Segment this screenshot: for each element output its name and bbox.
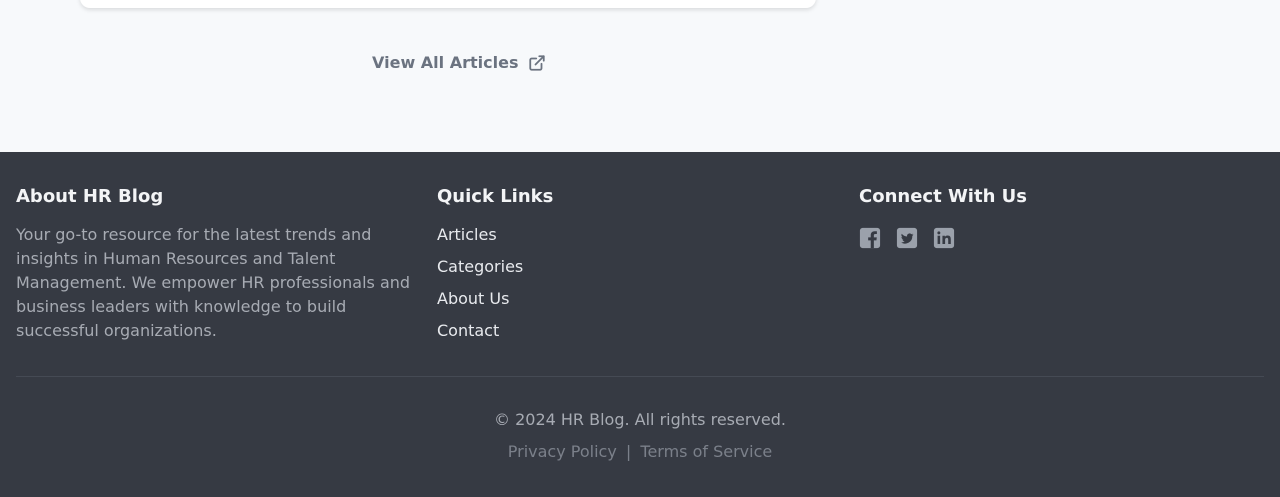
copyright-text: © 2024 HR Blog. All rights reserved. <box>494 410 786 429</box>
footer-link-articles[interactable]: Articles <box>437 225 497 244</box>
list-item: Contact <box>437 319 837 351</box>
quick-links-list: Articles Categories About Us Contact <box>437 223 837 351</box>
external-link-icon <box>528 54 546 72</box>
article-card <box>80 0 816 8</box>
connect-heading: Connect With Us <box>859 186 1027 207</box>
twitter-icon[interactable] <box>896 227 918 249</box>
footer-link-about-us[interactable]: About Us <box>437 289 509 308</box>
about-heading: About HR Blog <box>16 186 164 207</box>
social-links <box>859 227 1259 249</box>
list-item: Categories <box>437 255 837 287</box>
list-item: Articles <box>437 223 837 255</box>
about-text: Your go-to resource for the latest trend… <box>16 225 411 340</box>
site-footer: About HR Blog Your go-to resource for th… <box>0 152 1280 497</box>
terms-of-service-link[interactable]: Terms of Service <box>640 442 772 461</box>
quick-links-section: Quick Links Articles Categories About Us… <box>437 186 837 351</box>
view-all-articles-link[interactable]: View All Articles <box>372 53 546 72</box>
facebook-icon[interactable] <box>859 227 881 249</box>
quick-links-heading: Quick Links <box>437 186 554 207</box>
view-all-label: View All Articles <box>372 53 519 72</box>
content-section: View All Articles <box>0 0 1280 152</box>
legal-links: Privacy Policy | Terms of Service <box>0 442 1280 461</box>
footer-link-categories[interactable]: Categories <box>437 257 523 276</box>
linkedin-icon[interactable] <box>933 227 955 249</box>
about-section: About HR Blog Your go-to resource for th… <box>16 186 422 343</box>
connect-section: Connect With Us <box>859 186 1259 249</box>
footer-link-contact[interactable]: Contact <box>437 321 499 340</box>
footer-divider <box>16 376 1264 377</box>
privacy-policy-link[interactable]: Privacy Policy <box>508 442 617 461</box>
list-item: About Us <box>437 287 837 319</box>
legal-separator: | <box>625 442 632 461</box>
